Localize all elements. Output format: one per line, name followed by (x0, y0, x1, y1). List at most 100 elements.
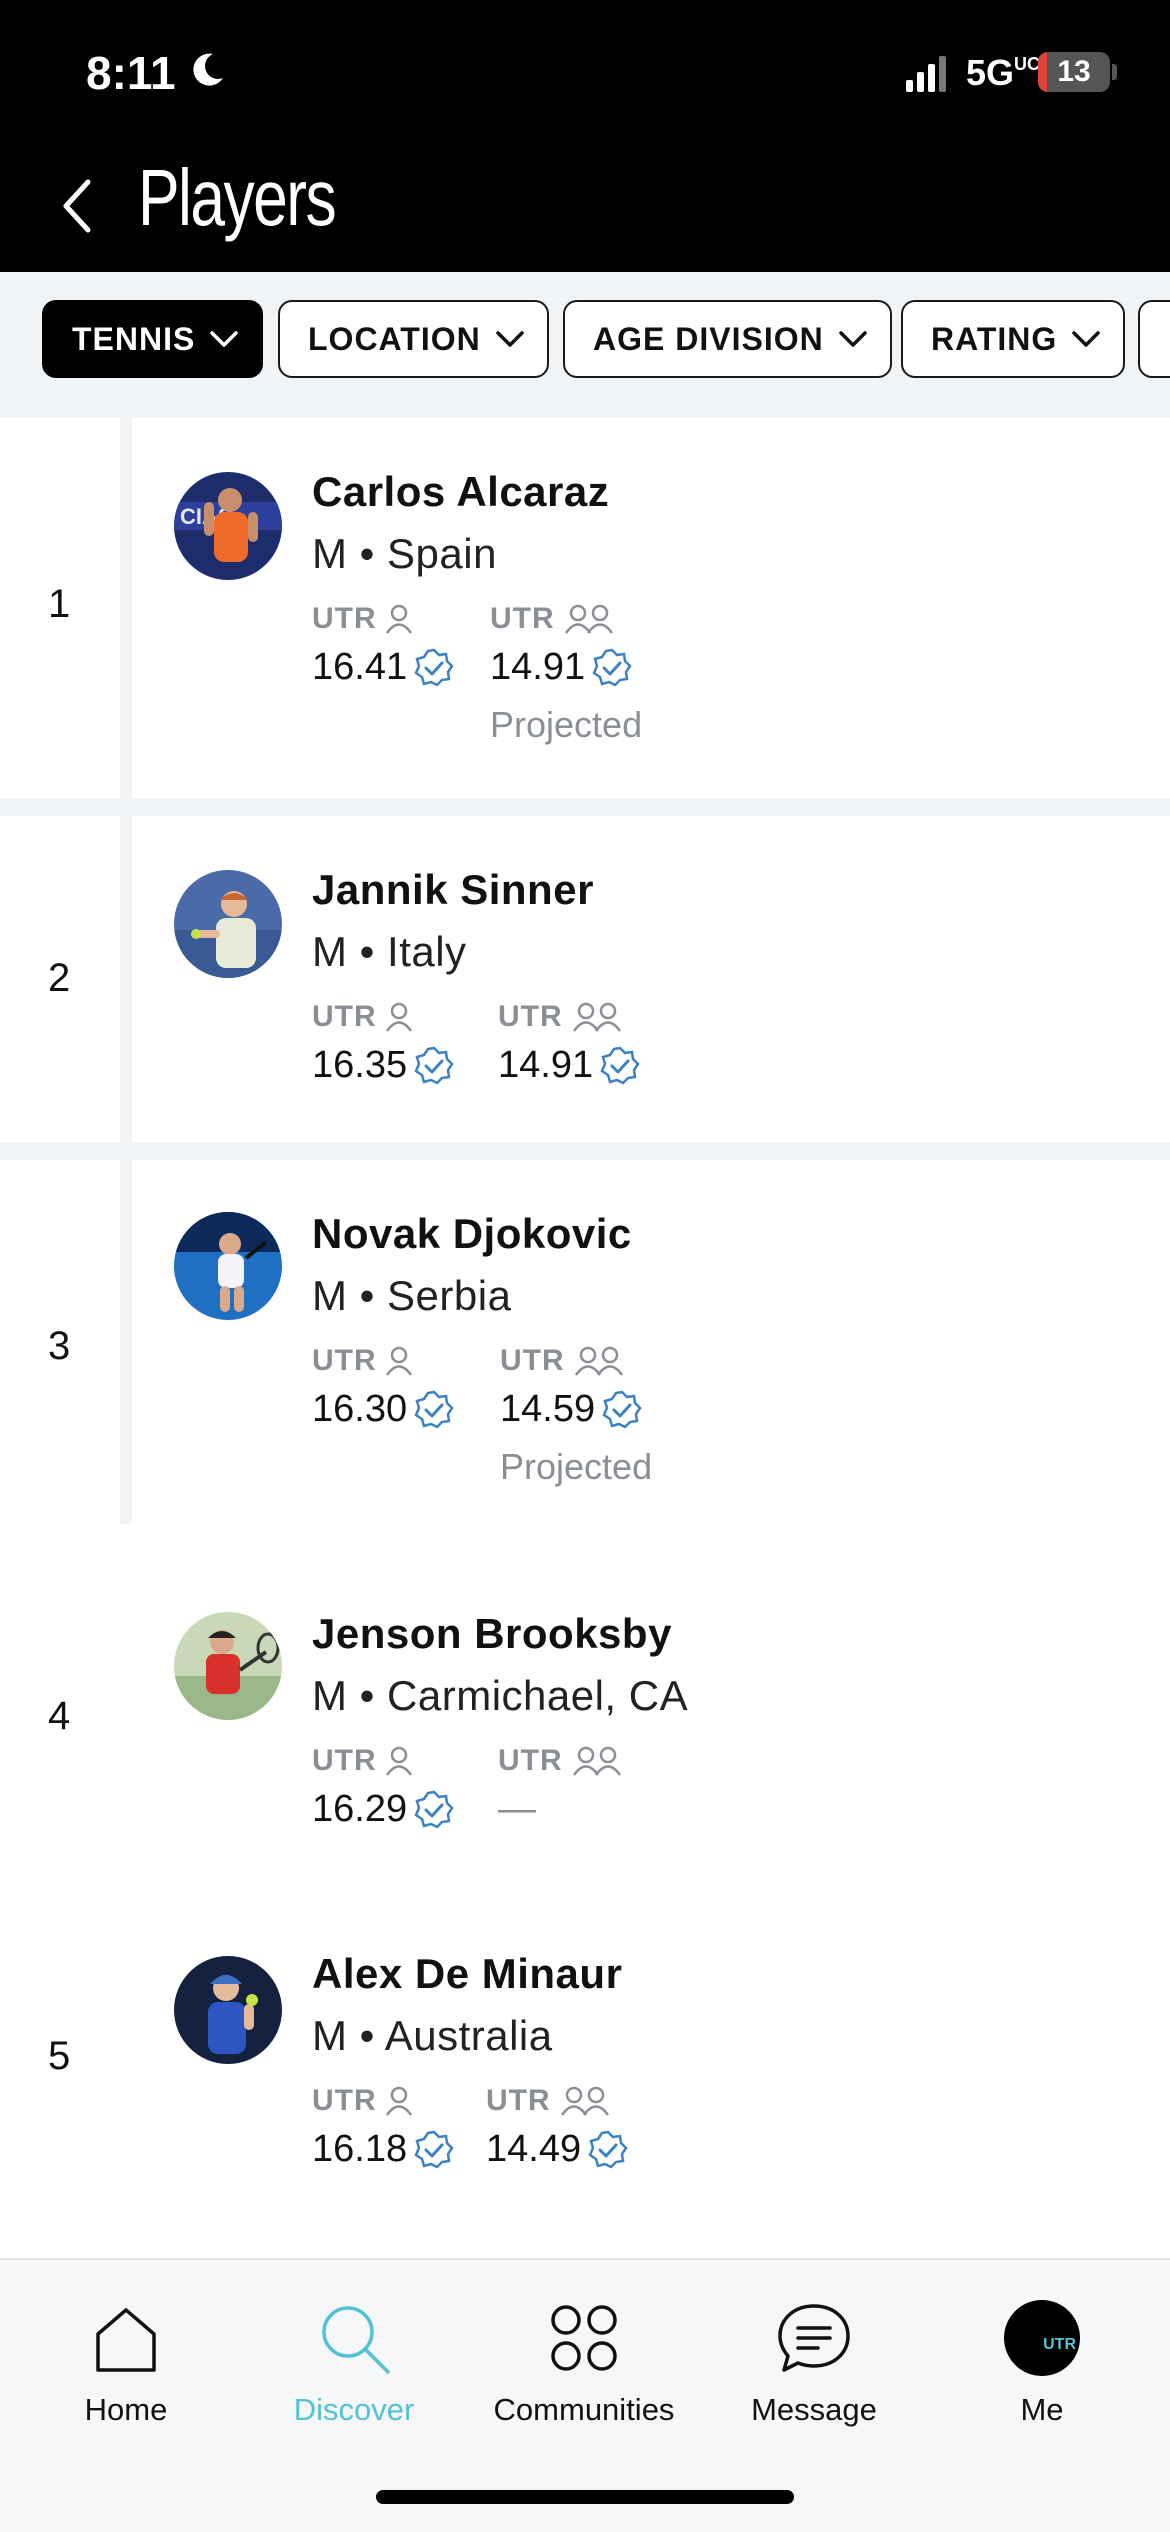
singles-utr-label: UTR (312, 1000, 413, 1034)
tab-label: Me (1020, 2392, 1064, 2427)
player-row[interactable]: 1 CIAS Carlos Alcaraz M • Spain UTR 16.4… (0, 418, 1170, 816)
doubles-utr-label: UTR (498, 1000, 623, 1034)
filter-chip-label: LOCATION (308, 320, 481, 357)
singles-utr-label: UTR (312, 602, 413, 636)
person-icon (385, 1002, 412, 1032)
singles-utr-value: 16.35 (312, 1044, 455, 1087)
player-row[interactable]: 4 Jenson Brooksby M • Carmichael, CA UTR… (0, 1524, 1170, 1866)
people-icon (564, 604, 613, 634)
verified-icon (414, 2130, 454, 2169)
person-icon (385, 2086, 412, 2116)
player-row[interactable]: 2 Jannik Sinner M • Italy UTR 16.35 UTR (0, 816, 1170, 1160)
player-row[interactable]: 5 Alex De Minaur M • Australia UTR 16.18… (0, 1866, 1170, 2256)
verified-icon (588, 2130, 628, 2169)
tab-label: Communities (493, 2392, 675, 2427)
person-icon (385, 1346, 412, 1376)
moon-icon (193, 53, 223, 86)
doubles-utr-value: 14.91 (490, 646, 633, 689)
filter-chip-label: TENNIS (72, 320, 196, 357)
rank-number: 5 (48, 2034, 71, 2078)
player-row[interactable]: 3 Novak Djokovic M • Serbia UTR 16.30 UT… (0, 1160, 1170, 1524)
avatar (174, 1212, 282, 1320)
avatar (174, 1612, 282, 1720)
doubles-utr-label: UTR (498, 1744, 623, 1778)
tab-discover[interactable]: Discover (254, 2300, 454, 2428)
projected-label: Projected (500, 1446, 653, 1487)
verified-icon (414, 1790, 454, 1829)
tab-label: Home (84, 2392, 168, 2427)
doubles-utr-value: 14.49 (486, 2128, 629, 2171)
player-name[interactable]: Jenson Brooksby (312, 1610, 672, 1658)
chevron-down-icon (495, 331, 524, 347)
doubles-utr-value: 14.59 (500, 1388, 643, 1431)
singles-utr-label: UTR (312, 1744, 413, 1778)
filter-chip-location[interactable]: LOCATION (278, 300, 549, 378)
singles-utr-value: 16.29 (312, 1788, 455, 1831)
singles-utr-value: 16.30 (312, 1388, 455, 1431)
verified-icon (414, 1390, 454, 1429)
avatar: UTR (1004, 2300, 1080, 2376)
verified-icon (602, 1390, 642, 1429)
search-icon (322, 2306, 390, 2374)
player-name[interactable]: Novak Djokovic (312, 1210, 632, 1258)
people-icon (572, 1746, 621, 1776)
player-name[interactable]: Alex De Minaur (312, 1950, 622, 1998)
singles-utr-value: 16.41 (312, 646, 455, 689)
header: 8:11 5GUC 13 Players (0, 0, 1170, 272)
verified-icon (414, 1046, 454, 1085)
battery-nub (1112, 64, 1117, 80)
rank-number: 2 (48, 956, 71, 1000)
doubles-utr-value: 14.91 (498, 1044, 641, 1087)
signal-icon (906, 56, 946, 92)
home-icon (96, 2308, 156, 2372)
singles-utr-label: UTR (312, 2084, 413, 2118)
tab-me[interactable]: UTR Me (942, 2300, 1142, 2428)
filter-chip-label: RATING (931, 320, 1058, 357)
player-meta: M • Carmichael, CA (312, 1672, 689, 1719)
verified-icon (600, 1046, 640, 1085)
player-name[interactable]: Jannik Sinner (312, 866, 594, 914)
message-icon (778, 2304, 850, 2372)
back-button[interactable] (58, 176, 98, 236)
verified-icon (414, 648, 454, 687)
doubles-utr-label: UTR (490, 602, 615, 636)
player-meta: M • Serbia (312, 1272, 512, 1319)
filter-chip-tennis[interactable]: TENNIS (42, 300, 264, 378)
player-meta: M • Spain (312, 530, 497, 577)
rank-rail (120, 816, 132, 1142)
battery-icon: 13 (1038, 52, 1110, 92)
filter-chip-more[interactable] (1138, 300, 1170, 378)
doubles-utr-value: — (498, 1788, 536, 1830)
avatar (174, 870, 282, 978)
rank-number: 4 (48, 1694, 71, 1738)
verified-icon (592, 648, 632, 687)
tab-bar: Home Discover Communities Message UTR Me (0, 2258, 1170, 2532)
rank-rail (120, 1160, 132, 1524)
tab-label: Message (751, 2392, 877, 2427)
communities-icon (551, 2305, 617, 2371)
filter-chip-rating[interactable]: RATING (901, 300, 1126, 378)
tab-message[interactable]: Message (714, 2300, 914, 2428)
tab-communities[interactable]: Communities (484, 2300, 684, 2428)
player-name[interactable]: Carlos Alcaraz (312, 468, 609, 516)
player-meta: M • Italy (312, 928, 467, 975)
tab-home[interactable]: Home (26, 2300, 226, 2428)
person-icon (385, 604, 412, 634)
doubles-utr-label: UTR (486, 2084, 611, 2118)
chevron-down-icon (838, 331, 867, 347)
filter-chip-label: AGE DIVISION (593, 320, 824, 357)
person-icon (385, 1746, 412, 1776)
chevron-down-icon (210, 331, 239, 347)
people-icon (572, 1002, 621, 1032)
page-title: Players (138, 153, 337, 242)
chevron-down-icon (1072, 331, 1101, 347)
home-indicator (376, 2490, 794, 2504)
doubles-utr-label: UTR (500, 1344, 625, 1378)
singles-utr-label: UTR (312, 1344, 413, 1378)
people-icon (574, 1346, 623, 1376)
avatar (174, 1956, 282, 2064)
filter-chip-age-division[interactable]: AGE DIVISION (563, 300, 892, 378)
tab-label: Discover (293, 2392, 415, 2427)
singles-utr-value: 16.18 (312, 2128, 455, 2171)
people-icon (560, 2086, 609, 2116)
